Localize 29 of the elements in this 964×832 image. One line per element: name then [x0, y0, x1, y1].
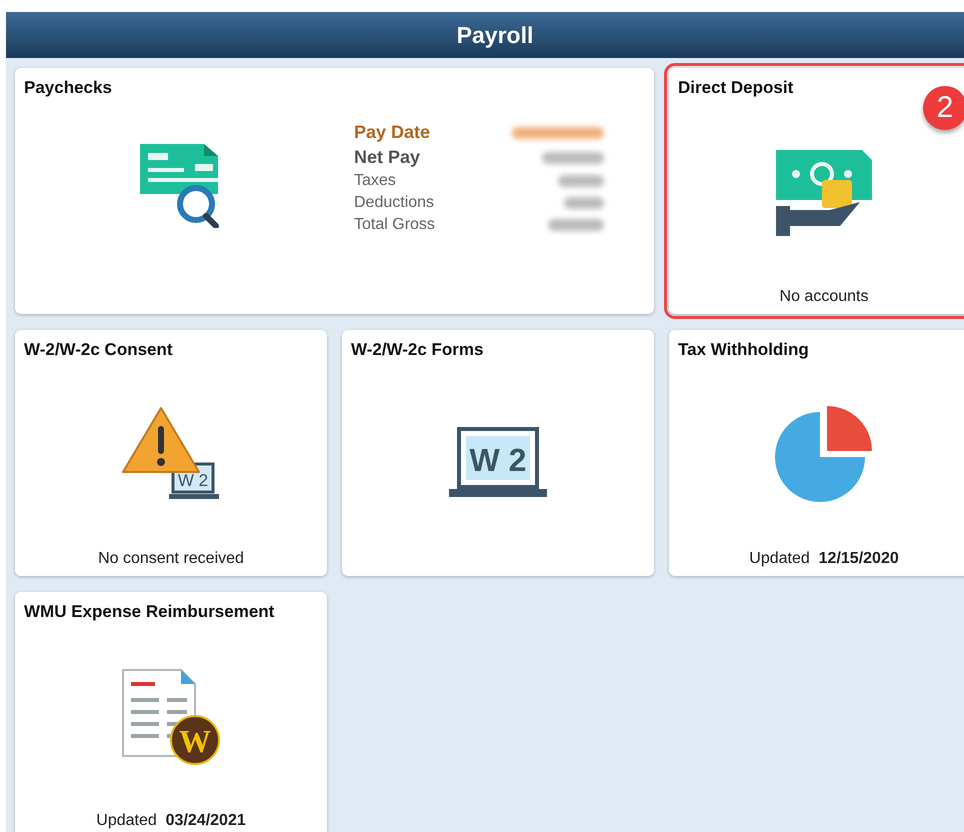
tile[interactable]: WMU Expense Reimbursement W Updated 03/24/2021	[15, 592, 327, 832]
blurred-value	[558, 175, 604, 187]
tile-status: No consent received	[97, 550, 245, 568]
tile[interactable]: Paychecks Pay Date Net Pay Taxes Deductions Total Gross	[15, 68, 654, 314]
blurred-value	[564, 197, 604, 209]
tile-title: W-2/W-2c Consent	[24, 340, 174, 360]
tile-title: Paychecks	[24, 78, 113, 98]
summary-label: Net Pay	[354, 147, 422, 168]
tile-status: Updated 03/24/2021	[95, 812, 247, 830]
tile-title: W-2/W-2c Forms	[351, 340, 484, 360]
blurred-value	[542, 152, 604, 164]
step-badge: 2	[923, 86, 964, 130]
summary-label: Total Gross	[354, 216, 436, 234]
tile[interactable]: W-2/W-2c Forms W 2	[342, 330, 654, 576]
tile-status: No accounts	[778, 288, 870, 306]
summary-label: Taxes	[354, 172, 397, 190]
blurred-value	[548, 219, 604, 231]
tile[interactable]: Direct Deposit 2 No accounts	[669, 68, 964, 314]
page-title: Payroll	[456, 22, 534, 48]
tile-title: WMU Expense Reimbursement	[24, 602, 276, 622]
summary-label: Pay Date	[354, 122, 432, 143]
pie-chart-icon	[775, 406, 873, 504]
money-hand-icon	[776, 150, 872, 236]
tile[interactable]: Tax Withholding Updated 12/15/2020	[669, 330, 964, 576]
summary-label: Deductions	[354, 194, 436, 212]
tile[interactable]: W-2/W-2c Consent W 2 No consent received	[15, 330, 327, 576]
tile-title: Direct Deposit	[678, 78, 794, 98]
tile-status: Updated 12/15/2020	[748, 550, 900, 568]
tile-title: Tax Withholding	[678, 340, 810, 360]
